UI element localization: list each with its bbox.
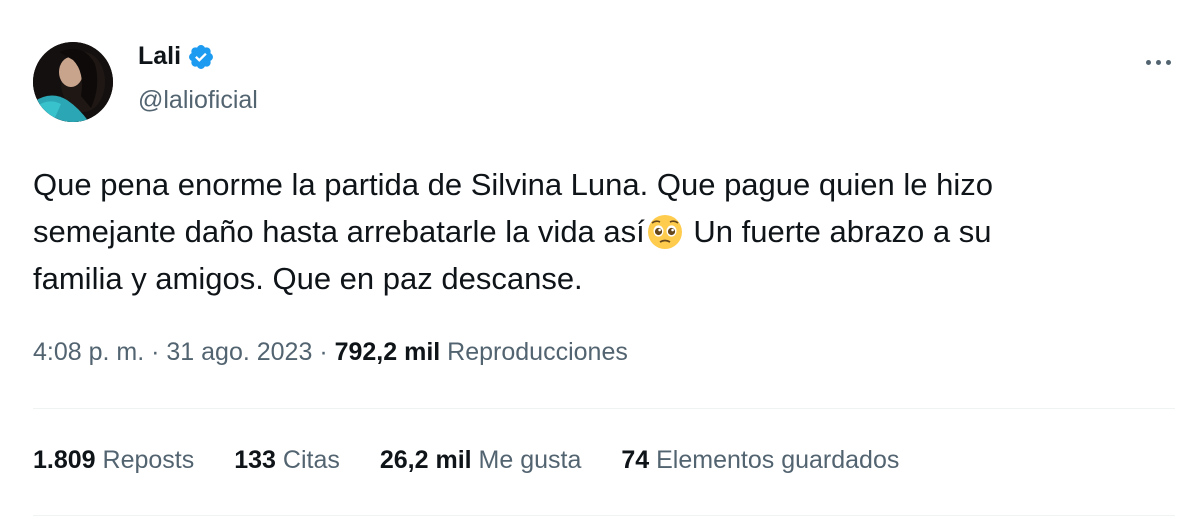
tweet-text-line-3: familia y amigos. Que en paz descanse. <box>33 261 583 296</box>
tweet-stats: 1.809 Reposts 133 Citas 26,2 mil Me gust… <box>33 446 899 475</box>
tweet-time[interactable]: 4:08 p. m. <box>33 338 144 366</box>
avatar[interactable] <box>33 42 113 122</box>
tweet-text-line-2a: semejante daño hasta arrebatarle la vida… <box>33 214 645 249</box>
tweet-text-line-2b: Un fuerte abrazo a su <box>684 214 992 249</box>
quotes-stat[interactable]: 133 Citas <box>234 446 340 475</box>
bookmarks-count: 74 <box>621 446 650 474</box>
verified-badge-icon <box>189 44 214 69</box>
meta-separator: · <box>312 338 335 366</box>
display-name-row[interactable]: Lali <box>138 42 215 71</box>
more-horizontal-icon[interactable] <box>1140 48 1176 76</box>
likes-label: Me gusta <box>471 446 582 474</box>
likes-count: 26,2 mil <box>379 446 472 474</box>
quotes-count: 133 <box>234 446 276 474</box>
views-label: Reproducciones <box>440 338 628 366</box>
reposts-stat[interactable]: 1.809 Reposts <box>33 446 194 475</box>
user-handle[interactable]: @lalioficial <box>138 86 258 115</box>
tweet-meta: 4:08 p. m. · 31 ago. 2023 · 792,2 mil Re… <box>33 338 628 367</box>
tweet-date[interactable]: 31 ago. 2023 <box>166 338 312 366</box>
bookmarks-label: Elementos guardados <box>649 446 900 474</box>
tweet-text: Que pena enorme la partida de Silvina Lu… <box>33 161 1163 302</box>
pleading-face-emoji-icon <box>647 215 682 249</box>
reposts-count: 1.809 <box>33 446 96 474</box>
bookmarks-stat[interactable]: 74 Elementos guardados <box>621 446 899 475</box>
reposts-label: Reposts <box>95 446 195 474</box>
divider <box>33 408 1175 409</box>
tweet-text-line-1: Que pena enorme la partida de Silvina Lu… <box>33 167 993 202</box>
divider <box>33 515 1175 516</box>
avatar-photo <box>33 42 113 122</box>
likes-stat[interactable]: 26,2 mil Me gusta <box>380 446 582 475</box>
views-count: 792,2 mil <box>334 338 441 366</box>
tweet-text-line-2: semejante daño hasta arrebatarle la vida… <box>33 208 1163 255</box>
display-name[interactable]: Lali <box>138 42 181 71</box>
quotes-label: Citas <box>275 446 340 474</box>
meta-separator: · <box>144 338 167 366</box>
